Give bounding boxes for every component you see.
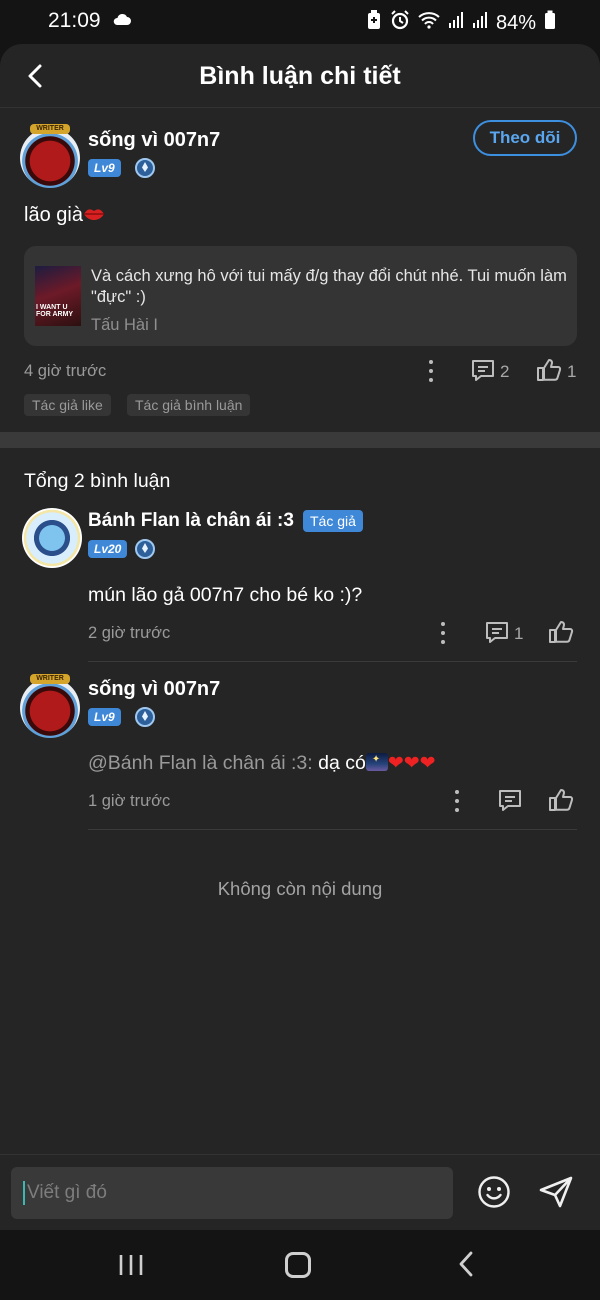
status-time: 21:09 xyxy=(48,9,101,32)
comment-icon[interactable] xyxy=(470,358,496,389)
comment-count: 2 xyxy=(500,362,510,381)
verified-gem-icon xyxy=(135,539,155,559)
battery-icon xyxy=(544,10,556,36)
like-icon[interactable] xyxy=(536,357,562,388)
comment-username[interactable]: Bánh Flan là chân ái :3 xyxy=(88,510,294,532)
comment-input-bar xyxy=(0,1154,600,1230)
system-nav-bar xyxy=(0,1230,600,1300)
comment-username[interactable]: sống vì 007n7 xyxy=(88,678,220,701)
reply-icon[interactable] xyxy=(484,620,510,651)
author-badge: Tác giả xyxy=(303,510,363,532)
level-badge: Lv20 xyxy=(88,540,128,558)
avatar[interactable]: WRITER xyxy=(20,674,80,738)
page-title: Bình luận chi tiết xyxy=(199,62,401,90)
more-options-icon[interactable] xyxy=(428,360,434,382)
end-of-content: Không còn nội dung xyxy=(217,878,383,899)
signal-icon xyxy=(448,11,464,35)
cloud-icon xyxy=(112,12,132,31)
wifi-icon xyxy=(418,11,440,35)
chapter-thumbnail: I WANT U FOR ARMY xyxy=(35,266,81,326)
send-icon[interactable] xyxy=(538,1175,574,1214)
post-timestamp: 4 giờ trước xyxy=(24,362,107,380)
comment-input[interactable] xyxy=(27,1177,447,1209)
like-icon[interactable] xyxy=(548,619,574,650)
quoted-text: Và cách xưng hô với tui mấy đ/g thay đổi… xyxy=(91,267,567,306)
avatar[interactable]: WRITER xyxy=(20,124,80,188)
more-options-icon[interactable] xyxy=(440,622,446,644)
thumbnail-text: I WANT U FOR ARMY xyxy=(36,304,74,318)
emoji-icon[interactable] xyxy=(477,1175,511,1214)
comment-separator xyxy=(88,661,577,662)
comment-timestamp: 2 giờ trước xyxy=(88,624,171,642)
verified-gem-icon xyxy=(135,707,155,727)
comment-text: mún lão gả 007n7 cho bé ko :)? xyxy=(88,584,363,606)
comment-text: @Bánh Flan là chân ái :3: dạ có ❤❤❤ xyxy=(88,752,436,775)
comment-separator xyxy=(88,829,577,830)
writer-badge: WRITER xyxy=(30,124,70,134)
comments-total: Tổng 2 bình luận xyxy=(24,470,171,492)
quoted-chapter-card[interactable]: I WANT U FOR ARMY Và cách xưng hô với tu… xyxy=(24,246,577,346)
post-text-content: lão già xyxy=(24,204,83,226)
avatar[interactable] xyxy=(22,508,82,568)
quoted-source: Tấu Hài I xyxy=(91,316,158,334)
recent-apps-icon[interactable] xyxy=(118,1254,144,1276)
comment-detail-panel: Bình luận chi tiết WRITER sống vì 007n7 … xyxy=(0,44,600,1230)
save-battery-icon xyxy=(366,10,382,36)
night-sky-emoji-icon xyxy=(365,753,388,771)
comment-reply-text: dạ có xyxy=(312,752,366,774)
follow-button[interactable]: Theo dõi xyxy=(473,120,577,156)
more-options-icon[interactable] xyxy=(454,790,460,812)
battery-percent: 84% xyxy=(495,11,536,34)
section-divider xyxy=(0,432,600,448)
reply-icon[interactable] xyxy=(497,788,523,819)
lips-emoji-icon xyxy=(83,204,105,226)
hearts-emoji-icon: ❤❤❤ xyxy=(387,752,436,774)
status-bar: 21:09 84% xyxy=(0,0,600,44)
verified-gem-icon xyxy=(135,158,155,178)
post-text: lão già xyxy=(24,204,105,227)
tag-author-liked: Tác giả like xyxy=(24,394,111,416)
level-badge: Lv9 xyxy=(88,708,121,726)
text-caret xyxy=(23,1181,25,1205)
like-icon[interactable] xyxy=(548,787,574,818)
comment-timestamp: 1 giờ trước xyxy=(88,792,171,810)
signal-icon-2 xyxy=(472,11,488,35)
top-bar: Bình luận chi tiết xyxy=(0,44,600,108)
like-count: 1 xyxy=(567,362,577,381)
status-icons: 84% xyxy=(366,10,556,36)
tag-author-commented: Tác giả bình luận xyxy=(127,394,251,416)
mention-link[interactable]: @Bánh Flan là chân ái :3: xyxy=(88,752,313,774)
level-badge: Lv9 xyxy=(88,159,121,177)
home-icon[interactable] xyxy=(285,1252,311,1278)
reply-count: 1 xyxy=(514,624,524,643)
post-username[interactable]: sống vì 007n7 xyxy=(88,129,220,152)
nav-back-icon[interactable] xyxy=(456,1250,476,1278)
comment-input-box[interactable] xyxy=(11,1167,453,1219)
alarm-icon xyxy=(390,10,410,36)
writer-badge: WRITER xyxy=(30,674,70,684)
